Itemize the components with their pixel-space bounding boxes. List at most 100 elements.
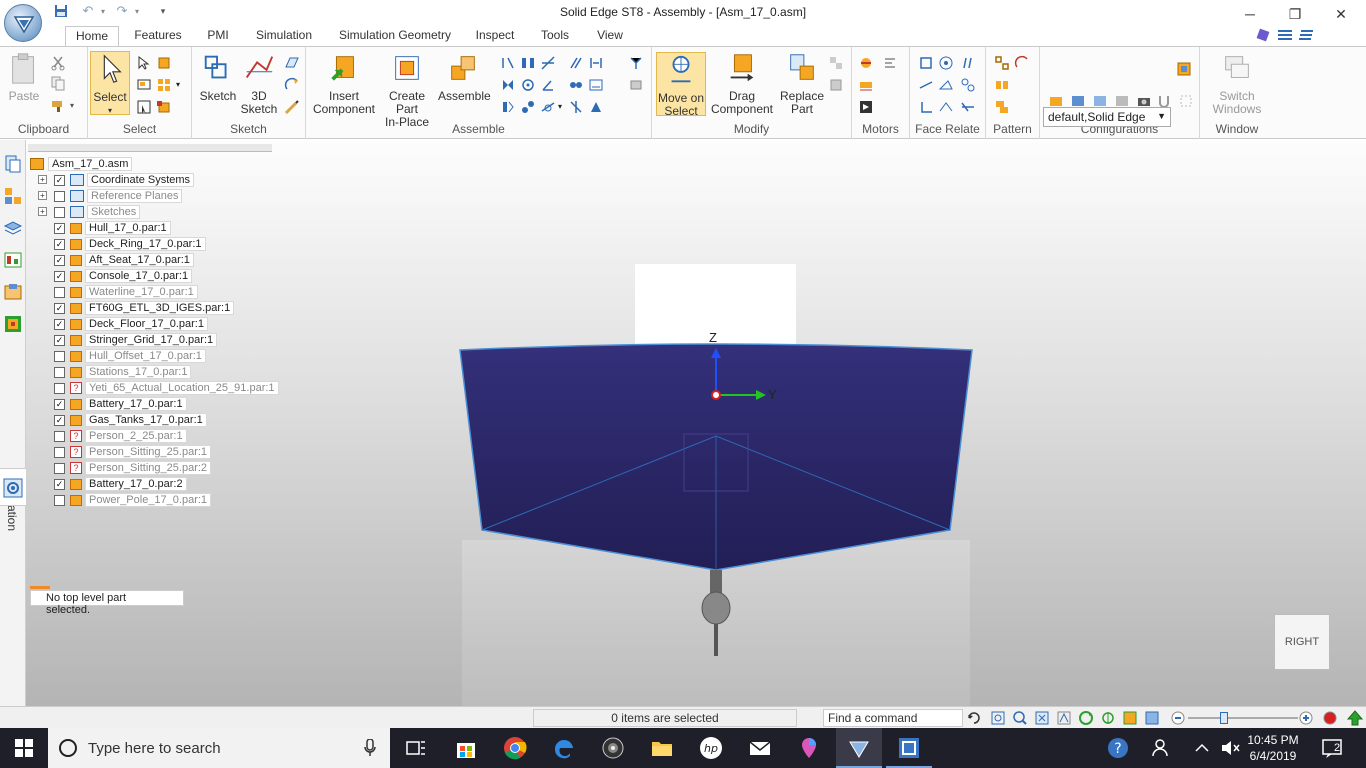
tree-node-checkbox[interactable] — [54, 382, 65, 394]
zoom-in-icon[interactable] — [1298, 710, 1314, 726]
tree-node-checkbox[interactable]: ✓ — [54, 238, 65, 250]
tree-node[interactable]: ? Person_Sitting_25.par:1 — [54, 445, 212, 459]
sketch-draw-icon[interactable] — [284, 99, 300, 115]
tree-expand-icon[interactable]: + — [38, 207, 47, 216]
paste-button[interactable]: Paste — [6, 51, 42, 103]
config-manage-icon[interactable] — [1176, 61, 1192, 77]
center-plane-icon[interactable] — [568, 99, 584, 115]
tree-node[interactable]: ? Yeti_65_Actual_Location_25_91.par:1 — [54, 381, 279, 395]
circular-pattern-icon[interactable] — [1014, 55, 1030, 71]
planar-align-icon[interactable] — [520, 55, 536, 71]
tree-node-checkbox[interactable]: ✓ — [54, 334, 65, 346]
tree-root[interactable]: Asm_17_0.asm — [30, 157, 133, 171]
angle-icon[interactable] — [540, 77, 556, 93]
tree-node-checkbox[interactable] — [54, 446, 65, 458]
face-parallel-icon[interactable] — [960, 55, 976, 71]
sketch-button[interactable]: Sketch — [198, 51, 238, 103]
linear-motor-icon[interactable] — [858, 77, 874, 93]
tree-node[interactable]: Hull_Offset_17_0.par:1 — [54, 349, 206, 363]
record-icon[interactable] — [1322, 710, 1338, 726]
mirror-component-icon[interactable] — [994, 77, 1010, 93]
copy-icon[interactable] — [50, 75, 66, 91]
tab-tools[interactable]: Tools — [535, 26, 575, 47]
tree-node-checkbox[interactable]: ✓ — [54, 478, 65, 490]
graphics-window[interactable]: Z Y Asm_17_0.asm + ✓ Coordinate Systems + Re… — [26, 140, 1366, 706]
tree-node[interactable]: Sketches — [54, 205, 141, 219]
assemble-button[interactable]: Assemble — [438, 51, 491, 103]
maps-app-icon[interactable] — [797, 736, 821, 760]
zoom-slider-track[interactable] — [1188, 717, 1298, 719]
zoom-out-icon[interactable] — [1170, 710, 1186, 726]
help-book-icon[interactable] — [1255, 26, 1271, 44]
face-concentric-icon[interactable] — [938, 55, 954, 71]
tree-node[interactable]: ✓ Stringer_Grid_17_0.par:1 — [54, 333, 218, 347]
tree-node-checkbox[interactable]: ✓ — [54, 302, 65, 314]
solid-edge-taskbar-button[interactable] — [836, 728, 882, 768]
family-of-assemblies-tab-icon[interactable] — [3, 282, 23, 302]
select-lasso-icon[interactable] — [156, 99, 172, 115]
tree-node-checkbox[interactable]: ✓ — [54, 254, 65, 266]
tree-node[interactable]: Waterline_17_0.par:1 — [54, 285, 198, 299]
parallel-icon[interactable] — [568, 55, 584, 71]
tree-node-checkbox[interactable]: ✓ — [54, 398, 65, 410]
select-parts-icon[interactable] — [156, 55, 172, 71]
face-perpendicular-icon[interactable] — [918, 99, 934, 115]
tree-node[interactable]: ? Person_Sitting_25.par:2 — [54, 461, 212, 475]
zoom-slider-thumb[interactable] — [1220, 712, 1228, 724]
mate-icon[interactable] — [500, 55, 516, 71]
select-tool-icon[interactable] — [136, 55, 152, 71]
cam-icon[interactable] — [500, 99, 516, 115]
window-layout-icon[interactable] — [1298, 26, 1314, 44]
motor-settings-icon[interactable] — [882, 55, 898, 71]
people-icon[interactable] — [1150, 736, 1174, 760]
disperse-icon[interactable] — [828, 77, 844, 93]
upload-arrow-icon[interactable] — [1346, 709, 1364, 727]
relationship-types-icon[interactable] — [628, 77, 644, 93]
tree-node-checkbox[interactable]: ✓ — [54, 318, 65, 330]
tab-simulation-geometry[interactable]: Simulation Geometry — [335, 26, 455, 47]
drag-component-button[interactable]: Drag Component — [708, 51, 776, 116]
transfer-icon[interactable] — [828, 55, 844, 71]
ribbon-options-icon[interactable] — [1277, 26, 1293, 44]
tree-node[interactable]: ✓ Aft_Seat_17_0.par:1 — [54, 253, 194, 267]
tree-node[interactable]: ✓ Deck_Ring_17_0.par:1 — [54, 237, 206, 251]
parts-library-tab-icon[interactable] — [3, 186, 23, 206]
task-view-icon[interactable] — [404, 736, 428, 760]
tree-node[interactable]: ✓ Deck_Floor_17_0.par:1 — [54, 317, 208, 331]
start-button[interactable] — [0, 728, 48, 768]
chrome-icon[interactable] — [503, 736, 527, 760]
tree-node-checkbox[interactable] — [54, 190, 65, 202]
tab-home[interactable]: Home — [65, 26, 119, 47]
file-explorer-icon[interactable] — [650, 736, 674, 760]
insert-component-button[interactable]: Insert Component — [312, 51, 376, 116]
face-rigid-icon[interactable] — [938, 77, 954, 93]
insert-relation-icon[interactable] — [500, 77, 516, 93]
sketch-plane-icon[interactable] — [284, 55, 300, 71]
sketch-3d-button[interactable]: 3D Sketch — [240, 51, 278, 116]
move-on-select-button[interactable]: Move on Select — [656, 52, 706, 118]
tree-node[interactable]: ✓ Battery_17_0.par:2 — [54, 477, 187, 491]
pathfinder-tab-icon[interactable] — [3, 154, 23, 174]
pattern-icon[interactable] — [994, 55, 1010, 71]
system-clock[interactable]: 10:45 PM 6/4/2019 — [1243, 732, 1303, 764]
face-offset-icon[interactable] — [938, 99, 954, 115]
rotational-motor-icon[interactable] — [858, 55, 874, 71]
tab-view[interactable]: View — [590, 26, 630, 47]
tree-node-checkbox[interactable]: ✓ — [54, 174, 65, 186]
tab-simulation[interactable]: Simulation — [250, 26, 318, 47]
gear-relation-icon[interactable] — [520, 99, 536, 115]
microphone-icon[interactable] — [364, 739, 376, 757]
paste-options-dropdown-icon[interactable]: ▾ — [70, 101, 74, 110]
create-part-in-place-button[interactable]: Create Part In-Place — [378, 51, 436, 129]
rigid-set-icon[interactable] — [568, 77, 584, 93]
find-command-input[interactable]: Find a command — [823, 709, 963, 727]
switch-windows-button[interactable]: Switch Windows — [1206, 51, 1268, 116]
simulation-tab-icon[interactable] — [3, 314, 23, 334]
tree-node[interactable]: ✓ FT60G_ETL_3D_IGES.par:1 — [54, 301, 235, 315]
sketch-project-icon[interactable] — [284, 77, 300, 93]
zoom-area-icon[interactable] — [1012, 710, 1028, 726]
webcam-app-icon[interactable] — [601, 736, 625, 760]
fit-icon[interactable] — [990, 710, 1006, 726]
tree-node[interactable]: ✓ Coordinate Systems — [54, 173, 195, 187]
tree-node-checkbox[interactable] — [54, 350, 65, 362]
